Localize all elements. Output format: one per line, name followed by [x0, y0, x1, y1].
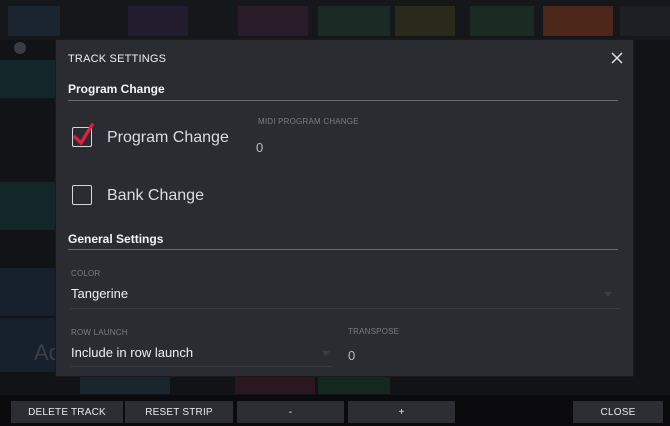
checkmark-icon	[72, 122, 95, 146]
bank-change-checkbox[interactable]	[72, 185, 92, 205]
midi-program-change-label: MIDI PROGRAM CHANGE	[258, 117, 359, 126]
dialog-title: TRACK SETTINGS	[68, 53, 167, 65]
midi-program-change-value[interactable]: 0	[256, 140, 263, 155]
background-clip	[235, 376, 315, 394]
program-change-section-title: Program Change	[68, 82, 165, 96]
background-track-header	[470, 6, 534, 36]
background-clip	[0, 182, 58, 230]
chevron-down-icon[interactable]	[322, 351, 330, 356]
background-clip	[318, 376, 390, 394]
general-settings-section-title: General Settings	[68, 232, 164, 246]
section-divider	[68, 100, 618, 101]
background-track-header	[238, 6, 308, 36]
bottom-toolbar: DELETE TRACK RESET STRIP - + CLOSE	[0, 395, 670, 426]
bank-change-label: Bank Change	[107, 187, 204, 204]
program-change-label: Program Change	[107, 129, 229, 146]
close-icon[interactable]	[609, 50, 625, 66]
program-change-checkbox[interactable]	[72, 122, 95, 147]
chevron-down-icon[interactable]	[604, 292, 612, 297]
color-label: COLOR	[71, 269, 101, 278]
section-divider	[68, 249, 618, 250]
delete-track-button[interactable]: DELETE TRACK	[11, 401, 123, 423]
color-field-underline	[70, 308, 620, 309]
track-settings-dialog: TRACK SETTINGS Program Change Program Ch…	[56, 40, 633, 376]
background-clip	[80, 376, 170, 394]
transpose-label: TRANSPOSE	[348, 327, 400, 336]
transpose-value[interactable]: 0	[348, 348, 355, 363]
minus-button[interactable]: -	[237, 401, 344, 423]
reset-strip-button[interactable]: RESET STRIP	[125, 401, 233, 423]
background-clip	[0, 60, 58, 98]
background-track-header	[318, 6, 390, 36]
dialog-header: TRACK SETTINGS	[56, 40, 633, 78]
color-dropdown-value[interactable]: Tangerine	[71, 286, 128, 301]
background-indicator	[14, 42, 26, 54]
row-launch-dropdown-value[interactable]: Include in row launch	[71, 345, 193, 360]
row-launch-field-underline	[70, 366, 332, 367]
background-track-header	[128, 6, 188, 36]
background-track-header	[543, 6, 613, 36]
plus-button[interactable]: +	[348, 401, 455, 423]
close-button[interactable]: CLOSE	[573, 401, 663, 423]
background-track-header	[8, 6, 60, 36]
background-clip	[0, 268, 58, 316]
row-launch-label: ROW LAUNCH	[71, 328, 128, 337]
background-track-header	[395, 6, 455, 36]
background-track-header	[620, 6, 670, 36]
